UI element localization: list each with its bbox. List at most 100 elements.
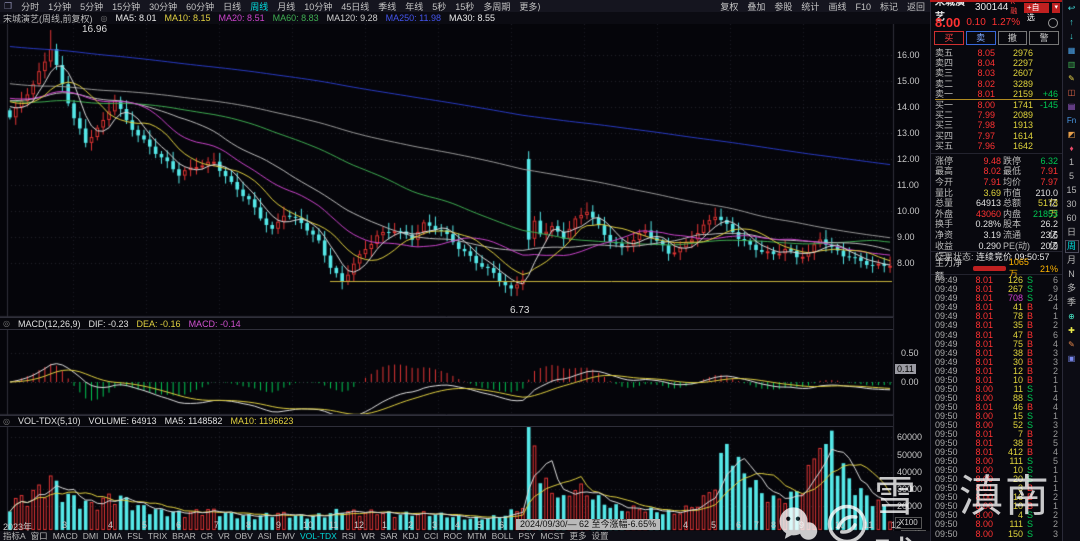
edge-tool-icon[interactable]: ✎ — [1065, 338, 1079, 351]
indicator-tab-WR[interactable]: WR — [361, 531, 375, 541]
period-tab-15秒[interactable]: 15秒 — [455, 2, 474, 12]
period-tab-15分钟[interactable]: 15分钟 — [112, 2, 140, 12]
edge-tool-icon[interactable]: ◩ — [1065, 128, 1079, 141]
indicator-tab-KDJ[interactable]: KDJ — [403, 531, 419, 541]
edge-period-N[interactable]: N — [1065, 268, 1079, 281]
toolbar-item-叠加[interactable]: 叠加 — [747, 2, 765, 12]
edge-period-30[interactable]: 30 — [1065, 198, 1079, 211]
edge-period-5[interactable]: 5 — [1065, 170, 1079, 183]
ask-row[interactable]: 卖一 8.01 2159 +46 — [935, 89, 1058, 100]
main-chart[interactable] — [0, 24, 936, 541]
bid-row[interactable]: 买五 7.96 1642 — [935, 141, 1058, 151]
bid-row[interactable]: 买三 7.98 1913 — [935, 120, 1058, 130]
edge-tool-icon[interactable]: ◫ — [1065, 86, 1079, 99]
indicator-tab-PSY[interactable]: PSY — [518, 531, 535, 541]
bid-row[interactable]: 买四 7.97 1614 — [935, 131, 1058, 141]
edge-tool-icon[interactable]: Fn — [1065, 114, 1079, 127]
toolbar-item-参股[interactable]: 参股 — [774, 2, 792, 12]
period-tab-多周期[interactable]: 多周期 — [483, 2, 510, 12]
indicator-tab-DMI[interactable]: DMI — [83, 531, 99, 541]
ask-row[interactable]: 卖三 8.03 2607 — [935, 68, 1058, 78]
period-tab-季线[interactable]: 季线 — [378, 2, 396, 12]
period-tab-1分钟[interactable]: 1分钟 — [48, 2, 71, 12]
order-button-卖[interactable]: 卖 — [965, 31, 996, 45]
period-tab-10分钟[interactable]: 10分钟 — [304, 2, 332, 12]
indicator-tab-窗口[interactable]: 窗口 — [31, 531, 48, 541]
edge-tool-icon[interactable]: ▦ — [1065, 44, 1079, 57]
indicator-tab-MACD[interactable]: MACD — [53, 531, 78, 541]
indicator-tab-VOL-TDX[interactable]: VOL-TDX — [300, 531, 337, 541]
period-tab-周线[interactable]: 周线 — [250, 2, 268, 12]
indicator-tab-BRAR[interactable]: BRAR — [172, 531, 196, 541]
alert-icon[interactable] — [1048, 17, 1058, 28]
toolbar-item-返回[interactable]: 返回 — [907, 2, 925, 12]
indicator-tab-BOLL[interactable]: BOLL — [492, 531, 514, 541]
date-axis-label: 7 — [214, 520, 220, 530]
period-tab-年线[interactable]: 年线 — [405, 2, 423, 12]
indicator-tab-DMA[interactable]: DMA — [103, 531, 122, 541]
indicator-tab-SAR[interactable]: SAR — [380, 531, 397, 541]
edge-period-多[interactable]: 多 — [1065, 282, 1079, 295]
indicator-tab-指标A[interactable]: 指标A — [3, 531, 26, 541]
edge-nav-icon[interactable]: ↓ — [1065, 30, 1079, 43]
edge-period-1[interactable]: 1 — [1065, 156, 1079, 169]
indicator-tab-MTM[interactable]: MTM — [467, 531, 486, 541]
edge-tool-icon[interactable]: ▥ — [1065, 58, 1079, 71]
indicator-tab-FSL[interactable]: FSL — [127, 531, 143, 541]
edge-tool-icon[interactable]: ✎ — [1065, 72, 1079, 85]
indicator-tab-更多[interactable]: 更多 — [569, 531, 586, 541]
period-tab-日线[interactable]: 日线 — [223, 2, 241, 12]
period-tab-60分钟[interactable]: 60分钟 — [186, 2, 214, 12]
indicator-tab-MCST[interactable]: MCST — [540, 531, 564, 541]
period-tab-月线[interactable]: 月线 — [277, 2, 295, 12]
edge-period-月[interactable]: 月 — [1065, 254, 1079, 267]
window-icon[interactable]: ❐ — [4, 1, 12, 12]
edge-tool-icon[interactable]: ▤ — [1065, 100, 1079, 113]
edge-tool-icon[interactable]: ♦ — [1065, 142, 1079, 155]
toolbar-item-F10[interactable]: F10 — [855, 2, 871, 12]
toolbar-item-标记[interactable]: 标记 — [880, 2, 898, 12]
watchlist-caret-icon[interactable]: ▾ — [1052, 2, 1060, 13]
edge-tool-icon[interactable]: ⊕ — [1065, 310, 1079, 323]
edge-period-周[interactable]: 周 — [1064, 240, 1079, 253]
add-watchlist-button[interactable]: +自选 — [1023, 2, 1050, 22]
indicator-tab-VR[interactable]: VR — [218, 531, 230, 541]
ask-row[interactable]: 卖二 8.02 3289 — [935, 79, 1058, 89]
period-tab-更多⟩[interactable]: 更多⟩ — [519, 2, 541, 12]
toolbar-item-统计[interactable]: 统计 — [801, 2, 819, 12]
indicator-tab-ROC[interactable]: ROC — [443, 531, 462, 541]
order-button-警[interactable]: 警 — [1029, 31, 1059, 45]
indicator-tab-ASI[interactable]: ASI — [258, 531, 272, 541]
toolbar-item-复权[interactable]: 复权 — [720, 2, 738, 12]
edge-tool-icon[interactable]: ▣ — [1065, 352, 1079, 365]
bid-row[interactable]: 买一 8.00 1741 -145 — [935, 100, 1058, 110]
period-tab-45日线[interactable]: 45日线 — [341, 2, 369, 12]
period-tab-分时[interactable]: 分时 — [21, 2, 39, 12]
edge-nav-icon[interactable]: ↑ — [1065, 16, 1079, 29]
edge-period-季[interactable]: 季 — [1065, 296, 1079, 309]
period-tab-5分钟[interactable]: 5分钟 — [80, 2, 103, 12]
order-button-买[interactable]: 买 — [934, 31, 964, 45]
edge-period-日[interactable]: 日 — [1065, 226, 1079, 239]
edge-nav-icon[interactable]: ↩ — [1065, 2, 1079, 15]
indicator-dot-icon[interactable]: ◎ — [101, 14, 108, 23]
indicator-tab-EMV[interactable]: EMV — [277, 531, 295, 541]
indicator-tab-OBV[interactable]: OBV — [235, 531, 253, 541]
vol-toggle-icon[interactable]: ◎ — [3, 417, 10, 426]
period-tab-30分钟[interactable]: 30分钟 — [149, 2, 177, 12]
bid-row[interactable]: 买二 7.99 2089 — [935, 110, 1058, 120]
indicator-tab-CCI[interactable]: CCI — [424, 531, 439, 541]
ask-row[interactable]: 卖四 8.04 2297 — [935, 58, 1058, 68]
indicator-tab-CR[interactable]: CR — [201, 531, 213, 541]
edge-period-60[interactable]: 60 — [1065, 212, 1079, 225]
ask-row[interactable]: 卖五 8.05 2976 — [935, 48, 1058, 58]
edge-tool-icon[interactable]: ✚ — [1065, 324, 1079, 337]
edge-period-15[interactable]: 15 — [1065, 184, 1079, 197]
toolbar-item-画线[interactable]: 画线 — [828, 2, 846, 12]
indicator-tab-TRIX[interactable]: TRIX — [148, 531, 167, 541]
indicator-tab-设置[interactable]: 设置 — [591, 531, 608, 541]
period-tab-5秒[interactable]: 5秒 — [432, 2, 446, 12]
indicator-tab-RSI[interactable]: RSI — [342, 531, 356, 541]
order-button-撤[interactable]: 撤 — [997, 31, 1028, 45]
macd-toggle-icon[interactable]: ◎ — [3, 319, 10, 328]
